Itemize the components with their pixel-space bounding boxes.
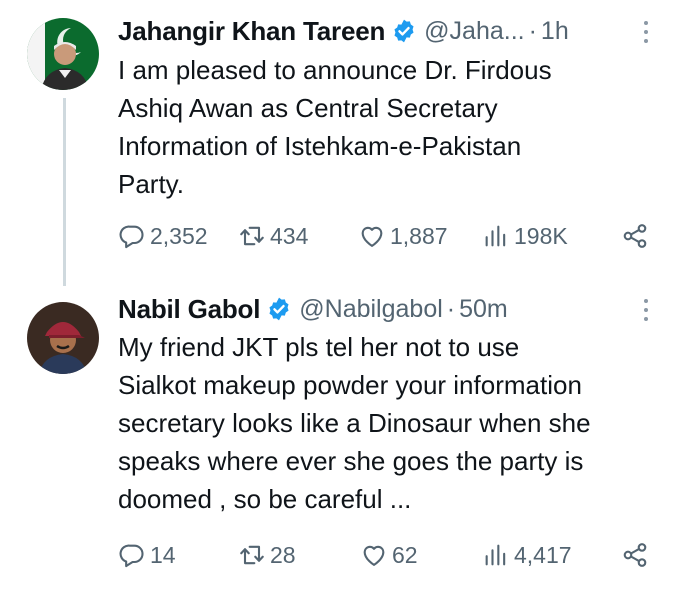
tweet[interactable]: Jahangir Khan Tareen @Jaha... · 1h I am …: [0, 0, 679, 290]
tweet-text: My friend JKT pls tel her not to use Sia…: [118, 332, 591, 514]
retweet-icon: [240, 226, 264, 246]
view-count: 4,417: [514, 541, 572, 568]
avatar[interactable]: [27, 18, 99, 90]
retweet-icon: [240, 545, 264, 565]
views-chart-icon: [485, 544, 506, 566]
reply-icon: [119, 225, 144, 249]
retweet-button[interactable]: 434: [238, 218, 308, 254]
like-button[interactable]: 1,887: [358, 218, 448, 254]
separator-dot: ·: [446, 294, 456, 323]
author-name[interactable]: Jahangir Khan Tareen: [118, 16, 385, 47]
avatar[interactable]: [27, 302, 99, 374]
share-button[interactable]: [621, 218, 649, 254]
tweet-timestamp[interactable]: 50m: [459, 295, 508, 324]
reply-count: 2,352: [150, 222, 208, 249]
heart-icon: [363, 545, 385, 566]
tweet-text: I am pleased to announce Dr. Firdous Ash…: [118, 55, 552, 199]
view-count: 198K: [514, 222, 568, 249]
separator-dot: ·: [528, 16, 537, 45]
reply-count: 14: [150, 541, 176, 568]
author-name[interactable]: Nabil Gabol: [118, 294, 260, 325]
more-options-icon[interactable]: [641, 296, 651, 324]
avatar-portrait-cap-icon: [27, 302, 99, 374]
verified-badge-icon: [394, 19, 414, 43]
like-count: 1,887: [390, 222, 448, 249]
retweet-count: 28: [270, 541, 296, 568]
verified-badge-icon: [269, 297, 289, 321]
like-count: 62: [392, 541, 418, 568]
heart-icon: [361, 226, 383, 247]
reply-button[interactable]: 14: [118, 537, 176, 573]
author-handle[interactable]: @Jaha...: [424, 17, 524, 46]
tweet-actions: 14 28 62 4,417: [118, 537, 649, 573]
retweet-count: 434: [270, 222, 309, 249]
views-button[interactable]: 198K: [482, 218, 568, 254]
tweet-timestamp[interactable]: 1h: [541, 17, 569, 46]
tweet[interactable]: Nabil Gabol @Nabilgabol · 50m My friend …: [0, 290, 679, 612]
share-icon: [623, 224, 647, 248]
author-handle[interactable]: @Nabilgabol: [299, 295, 443, 324]
tweet-actions: 2,352 434 1,887 198K: [118, 218, 649, 254]
views-button[interactable]: 4,417: [482, 537, 572, 573]
avatar-flag-portrait-icon: [27, 18, 99, 90]
tweet-header: Jahangir Khan Tareen @Jaha... · 1h: [118, 14, 651, 48]
like-button[interactable]: 62: [360, 537, 418, 573]
views-chart-icon: [485, 225, 506, 247]
retweet-button[interactable]: 28: [238, 537, 296, 573]
reply-button[interactable]: 2,352: [118, 218, 208, 254]
share-icon: [623, 543, 647, 567]
more-options-icon[interactable]: [641, 18, 651, 46]
share-button[interactable]: [621, 537, 649, 573]
reply-icon: [119, 544, 144, 568]
tweet-header: Nabil Gabol @Nabilgabol · 50m: [118, 292, 651, 326]
